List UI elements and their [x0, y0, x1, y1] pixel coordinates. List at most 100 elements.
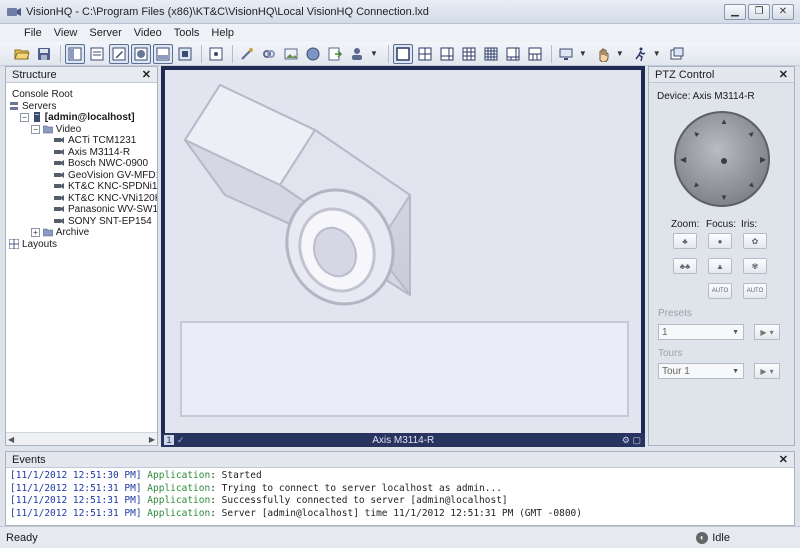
presets-label: Presets — [658, 308, 692, 319]
focus-far-button[interactable]: ▲ — [708, 258, 732, 274]
iris-auto-button[interactable]: AUTO — [743, 283, 767, 299]
menu-server[interactable]: Server — [83, 27, 127, 39]
menu-video[interactable]: Video — [128, 27, 168, 39]
camera-placeholder-icon — [183, 83, 412, 306]
globe-icon[interactable] — [303, 44, 323, 64]
scroll-left-icon[interactable]: ◀ — [8, 435, 14, 444]
tour-play-button[interactable]: ▶ ▾ — [754, 363, 780, 379]
edit-icon[interactable] — [109, 43, 129, 64]
structure-title: Structure — [12, 68, 57, 81]
tree-item[interactable]: Bosch NWC-0900 — [54, 157, 148, 169]
ptz-device-label: Device: Axis M3114-R — [657, 91, 755, 102]
close-button[interactable]: ✕ — [772, 3, 794, 20]
tree-item[interactable]: Console Root — [9, 88, 73, 100]
layout-1x1-icon[interactable] — [392, 43, 413, 64]
check-icon: ✓ — [177, 434, 185, 445]
expand-icon[interactable]: + — [31, 227, 40, 237]
restore-button[interactable]: ❐ — [748, 3, 770, 20]
hand-dropdown-icon[interactable]: ▼ — [616, 49, 624, 58]
exit-icon[interactable] — [630, 44, 650, 64]
menu-view[interactable]: View — [48, 27, 84, 39]
exit-dropdown-icon[interactable]: ▼ — [653, 49, 661, 58]
idle-status-text: Idle — [712, 531, 730, 544]
export-icon[interactable] — [325, 44, 345, 64]
link-icon[interactable] — [259, 44, 279, 64]
pan-down-icon[interactable]: ▼ — [720, 193, 728, 202]
save-icon[interactable] — [34, 44, 54, 64]
iris-close-button[interactable]: ✾ — [743, 258, 767, 274]
zoom-in-button[interactable]: ♣ — [673, 233, 697, 249]
hand-icon[interactable] — [593, 44, 613, 64]
collapse-icon[interactable]: − — [20, 112, 29, 122]
tree-item[interactable]: ACTi TCM1231 — [54, 134, 136, 146]
monitor-dropdown-icon[interactable]: ▼ — [579, 49, 587, 58]
pan-up-right-icon[interactable]: ▲ — [746, 128, 758, 140]
snapshot-icon[interactable] — [206, 44, 226, 64]
tool-wand-icon[interactable] — [237, 44, 257, 64]
layout-4x4-icon[interactable] — [481, 44, 501, 64]
tree-item[interactable]: Layouts — [9, 238, 57, 250]
tree-item[interactable]: + Archive — [31, 226, 89, 238]
layout-1plus7-icon[interactable] — [503, 44, 523, 64]
pan-right-icon[interactable]: ▶ — [760, 155, 766, 164]
tree-item-label: KT&C KNC-VNi120HD — [68, 192, 157, 204]
zoom-label: Zoom: — [671, 219, 700, 230]
event-line: [11/1/2012 12:51:31 PM] Application: Try… — [10, 482, 502, 494]
events-close-icon[interactable]: ✕ — [779, 453, 788, 466]
pan-down-left-icon[interactable]: ▼ — [690, 180, 702, 192]
iris-open-button[interactable]: ✿ — [743, 233, 767, 249]
pan-left-icon[interactable]: ◀ — [680, 155, 686, 164]
ptz-panel-icon[interactable] — [131, 43, 151, 64]
ptz-joystick[interactable]: ▲ ▼ ◀ ▶ ▲ ▲ ▼ ▼ — [674, 111, 770, 207]
properties-icon[interactable] — [87, 44, 107, 64]
menu-help[interactable]: Help — [205, 27, 240, 39]
user-icon[interactable] — [347, 44, 367, 64]
pan-down-right-icon[interactable]: ▼ — [746, 180, 758, 192]
camera-icon — [54, 181, 65, 191]
structure-header: Structure ✕ — [6, 67, 157, 83]
ptz-panel: PTZ Control ✕ Device: Axis M3114-R ▲ ▼ ◀… — [648, 66, 795, 446]
layout-2x2-icon[interactable] — [415, 44, 435, 64]
camera-icon — [54, 216, 65, 226]
preset-select[interactable]: 1 ▼ — [658, 324, 744, 340]
minimize-button[interactable]: ▁ — [724, 3, 746, 20]
events-panel-icon[interactable] — [153, 43, 173, 64]
focus-near-button[interactable]: ● — [708, 233, 732, 249]
layout-1plus5-icon[interactable] — [437, 44, 457, 64]
tree-item-label: Bosch NWC-0900 — [68, 157, 149, 169]
menu-file[interactable]: File — [18, 27, 48, 39]
layout-3x3-icon[interactable] — [459, 44, 479, 64]
ptz-close-icon[interactable]: ✕ — [779, 68, 788, 81]
preset-value: 1 — [662, 326, 668, 338]
iris-open-icon: ✿ — [751, 236, 759, 246]
structure-close-icon[interactable]: ✕ — [142, 68, 151, 81]
window-icon[interactable] — [667, 44, 687, 64]
fullscreen-icon[interactable] — [175, 44, 195, 64]
event-line: [11/1/2012 12:51:30 PM] Application: Sta… — [10, 470, 262, 481]
horizontal-scrollbar[interactable]: ◀ ▶ — [6, 432, 157, 445]
image-icon[interactable] — [281, 44, 301, 64]
zoom-out-button[interactable]: ♣♣ — [673, 258, 697, 274]
tree-item[interactable]: KT&C KNC-SPDNi120HD — [54, 180, 157, 192]
cell-tools-icon[interactable]: ⚙ ▢ — [622, 435, 641, 446]
open-icon[interactable] — [12, 44, 32, 64]
joystick-center[interactable] — [721, 158, 727, 164]
server-icon — [32, 112, 42, 122]
tree-item[interactable]: Panasonic WV-SW155 — [54, 203, 157, 215]
focus-auto-button[interactable]: AUTO — [708, 283, 732, 299]
scroll-right-icon[interactable]: ▶ — [149, 435, 155, 444]
tour-select[interactable]: Tour 1 ▼ — [658, 363, 744, 379]
menu-tools[interactable]: Tools — [168, 27, 206, 39]
structure-panel-icon[interactable] — [65, 43, 85, 64]
user-dropdown-icon[interactable]: ▼ — [370, 49, 378, 58]
video-cell[interactable] — [165, 70, 641, 433]
pan-up-icon[interactable]: ▲ — [720, 117, 728, 126]
tree-item[interactable]: − [admin@localhost] — [20, 111, 135, 123]
preset-go-button[interactable]: ▶ ▾ — [754, 324, 780, 340]
video-viewport[interactable]: 1 ✓ Axis M3114-R ⚙ ▢ — [161, 66, 645, 447]
monitor-icon[interactable] — [556, 44, 576, 64]
focus-far-icon: ▲ — [716, 261, 724, 271]
pan-up-left-icon[interactable]: ▲ — [690, 128, 702, 140]
layout-custom-icon[interactable] — [525, 44, 545, 64]
collapse-icon[interactable]: − — [31, 124, 40, 134]
